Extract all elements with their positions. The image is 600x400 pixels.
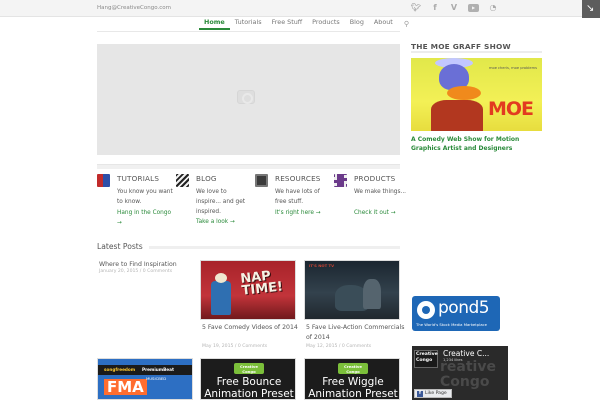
cartoon-character [211, 273, 231, 315]
pond5-logo: pond5 [438, 298, 490, 318]
monitor-icon [255, 174, 268, 187]
vimeo-icon[interactable]: V [449, 3, 459, 13]
page-likes: 1,234 likes [443, 358, 463, 362]
facebook-icon[interactable]: f [430, 3, 440, 13]
post-meta: May 12, 2015 / 0 Comments [306, 344, 372, 349]
feature-title[interactable]: PRODUCTS [354, 174, 395, 183]
fma-logo: FMA [104, 379, 147, 395]
post-thumbnail-live-action[interactable]: IT'S NOT TV [304, 260, 400, 320]
moe-graff-show-banner[interactable]: moe cheris, moe problems MOE [411, 58, 542, 131]
sidebar-rule [411, 51, 542, 53]
feature-title[interactable]: TUTORIALS [117, 174, 159, 183]
thumbnail-text: Free Wiggle [322, 376, 384, 388]
social-links: 🐦︎ f V ▶ ◔ [411, 3, 498, 13]
feature-text: We love to inspire... and get inspired. [196, 189, 246, 215]
nav-blog[interactable]: Blog [345, 17, 369, 30]
camera-icon [237, 90, 255, 104]
thumbnail-text: NAP TIME! [239, 268, 284, 299]
post-title[interactable]: 5 Fave Comedy Videos of 2014 [202, 323, 302, 333]
post-title[interactable]: Where to Find Inspiration [99, 261, 177, 268]
post-meta: January 20, 2015 / 0 Comments [99, 269, 173, 274]
sidebar-widget-title: THE MOE GRAFF SHOW [411, 42, 511, 51]
pond5-flower-icon [417, 301, 435, 319]
feature-link[interactable]: It's right here → [275, 209, 331, 219]
thumbnail-text: Animation Preset [308, 388, 398, 400]
contact-email[interactable]: Hang@CreativeCongo.com [97, 5, 171, 11]
book-icon [97, 174, 110, 187]
feature-link[interactable]: Take a look → [196, 218, 252, 228]
post-thumbnail-wiggle-preset[interactable]: Creative Congo Free Wiggle Animation Pre… [304, 358, 400, 400]
post-thumbnail-fma[interactable]: songfreedom PremiumBeat FMA MUSICBED [97, 358, 193, 400]
moe-show-link[interactable]: A Comedy Web Show for Motion Graphics Ar… [411, 135, 536, 153]
feature-title[interactable]: RESOURCES [275, 174, 321, 183]
nav-products[interactable]: Products [307, 17, 345, 30]
post-title[interactable]: 5 Fave Live-Action Commercials of 2014 [306, 323, 406, 343]
thumbnail-text: Animation Preset [204, 388, 294, 400]
puppet-body [431, 100, 483, 131]
pond5-ad[interactable]: pond5 The World's Stock Media Marketplac… [412, 296, 500, 331]
facebook-page-widget[interactable]: reative Congo Creative Congo Creative C..… [412, 346, 508, 400]
feature-link[interactable]: Check it out → [354, 209, 410, 219]
nav-about[interactable]: About [369, 17, 398, 30]
brand-bar: songfreedom PremiumBeat [98, 365, 192, 375]
creative-congo-badge: Creative Congo [338, 363, 368, 374]
film-strip-icon [334, 174, 347, 187]
post-thumbnail-bounce-preset[interactable]: Creative Congo Free Bounce Animation Pre… [200, 358, 296, 400]
feature-text: You know you want to know. [117, 189, 173, 205]
page-avatar: Creative Congo [414, 350, 438, 368]
cover-text: reative Congo [440, 359, 496, 390]
brand-label: songfreedom [104, 367, 136, 372]
latest-posts-rule [149, 246, 400, 249]
pond5-tagline: The World's Stock Media Marketplace [416, 322, 487, 327]
banner-tagline: moe cheris, moe problems [489, 66, 537, 70]
thumbnail-text: IT'S NOT TV [309, 263, 335, 268]
post-meta: May 19, 2015 / 0 Comments [202, 344, 268, 349]
post-thumbnail-nap-time[interactable]: NAP TIME! [200, 260, 296, 320]
latest-posts-heading: Latest Posts [97, 242, 143, 251]
page-name[interactable]: Creative C... [443, 349, 489, 358]
features-divider [97, 164, 400, 169]
expand-arrow-icon[interactable]: ↘ [582, 0, 600, 18]
nav-home[interactable]: Home [199, 17, 230, 30]
youtube-icon[interactable]: ▶ [468, 4, 479, 12]
brand-label: PremiumBeat [142, 367, 174, 372]
feature-title[interactable]: BLOG [196, 174, 217, 183]
live-figure [363, 279, 381, 309]
top-bar: Hang@CreativeCongo.com 🐦︎ f V ▶ ◔ ↘ [0, 0, 600, 18]
feature-link[interactable]: Hang in the Congo → [117, 209, 173, 229]
nav-tutorials[interactable]: Tutorials [230, 17, 267, 30]
search-icon[interactable]: ⚲ [404, 20, 412, 28]
like-page-button[interactable]: f Like Page [414, 389, 452, 398]
feature-text: We make things... [354, 189, 407, 195]
clapperboard-icon [176, 174, 189, 187]
thumbnail-text: Free Bounce [216, 376, 282, 388]
nav-divider [97, 31, 400, 32]
nav-free-stuff[interactable]: Free Stuff [267, 17, 308, 30]
brand-label: MUSICBED [146, 376, 167, 381]
hero-slider[interactable] [97, 44, 400, 155]
rss-icon[interactable]: ◔ [488, 3, 498, 13]
facebook-icon: f [417, 391, 423, 397]
feature-text: We have lots of free stuff. [275, 189, 320, 205]
twitter-icon[interactable]: 🐦︎ [411, 3, 421, 13]
moe-logo: MOE [488, 98, 534, 120]
main-nav: Home Tutorials Free Stuff Products Blog … [199, 17, 412, 30]
puppet-beak [447, 86, 481, 100]
creative-congo-badge: Creative Congo [234, 363, 264, 374]
